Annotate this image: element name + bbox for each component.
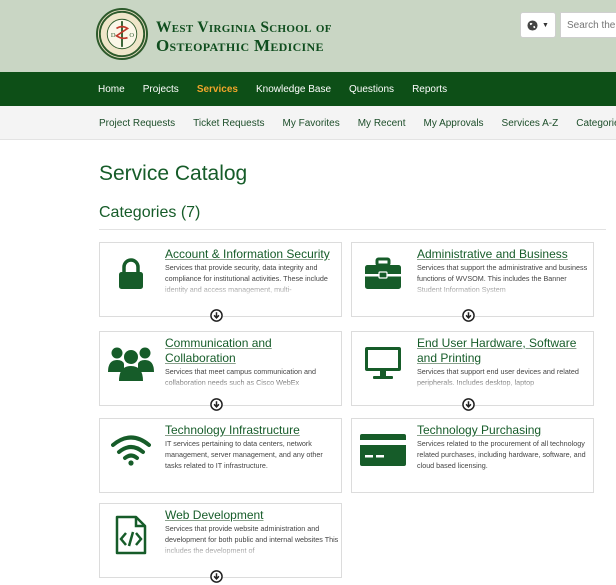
school-seal-logo[interactable]: D O [96, 8, 148, 60]
subnav-project-requests[interactable]: Project Requests [99, 118, 175, 129]
category-card-account-information-security[interactable]: Account & Information Security Services t… [99, 242, 342, 322]
globe-icon [527, 19, 538, 31]
svg-text:O: O [129, 32, 134, 39]
desktop-icon [358, 340, 408, 386]
services-subnavigation: Project Requests Ticket Requests My Favori… [0, 106, 616, 140]
category-title-link[interactable]: Administrative and Business [417, 247, 589, 262]
subnav-services-a-z[interactable]: Services A-Z [502, 118, 559, 129]
category-card-web-development[interactable]: Web Development Services that provide web… [99, 503, 342, 583]
main-nav-services[interactable]: Services [197, 84, 238, 95]
category-card-communication-and-collaboration[interactable]: Communication and Collaboration Services … [99, 331, 342, 411]
wordmark-line-1: West Virginia School of [156, 19, 332, 36]
category-title-link[interactable]: End User Hardware, Software and Printing [417, 336, 589, 366]
category-card-end-user-hardware-software-and-printing[interactable]: End User Hardware, Software and Printing… [351, 331, 594, 411]
subnav-my-recent[interactable]: My Recent [358, 118, 406, 129]
category-description: IT services pertaining to data centers, … [165, 439, 323, 470]
categories-heading: Categories (7) [99, 204, 201, 221]
expand-down-icon[interactable] [462, 398, 475, 411]
category-card-technology-purchasing[interactable]: Technology Purchasing Services related to… [351, 418, 594, 493]
code-file-icon [106, 512, 156, 558]
expand-down-icon[interactable] [462, 309, 475, 322]
page-title: Service Catalog [99, 162, 248, 185]
lock-icon [106, 251, 156, 297]
category-description: Services that support the administrative… [417, 263, 588, 294]
category-title-link[interactable]: Technology Purchasing [417, 423, 589, 438]
language-dropdown-button[interactable]: ▼ [520, 12, 556, 38]
subnav-my-favorites[interactable]: My Favorites [282, 118, 339, 129]
users-icon [106, 340, 156, 386]
category-description: Services that provide security, data int… [165, 263, 328, 294]
main-nav-reports[interactable]: Reports [412, 84, 447, 95]
main-nav-home[interactable]: Home [98, 84, 125, 95]
expand-down-icon[interactable] [210, 309, 223, 322]
category-title-link[interactable]: Account & Information Security [165, 247, 337, 262]
category-title-link[interactable]: Web Development [165, 508, 337, 523]
wordmark-line-2: Osteopathic Medicine [156, 36, 324, 55]
category-description: Services related to the procurement of a… [417, 439, 586, 470]
category-title-link[interactable]: Communication and Collaboration [165, 336, 337, 366]
school-wordmark[interactable]: West Virginia School of Osteopathic Medi… [156, 19, 332, 55]
category-description: Services that meet campus communication … [165, 367, 317, 387]
category-description: Services that provide website administra… [165, 524, 339, 555]
category-title-link[interactable]: Technology Infrastructure [165, 423, 337, 438]
subnav-ticket-requests[interactable]: Ticket Requests [193, 118, 264, 129]
category-card-administrative-and-business[interactable]: Administrative and Business Services that… [351, 242, 594, 322]
main-nav-questions[interactable]: Questions [349, 84, 394, 95]
expand-down-icon[interactable] [210, 570, 223, 583]
subnav-my-approvals[interactable]: My Approvals [424, 118, 484, 129]
site-header: D O West Virginia School of Osteopathic … [0, 0, 616, 72]
credit-card-icon [358, 427, 408, 473]
svg-text:D: D [111, 32, 116, 39]
category-description: Services that support end user devices a… [417, 367, 579, 387]
main-nav-knowledge-base[interactable]: Knowledge Base [256, 84, 331, 95]
search-input[interactable] [560, 12, 616, 38]
main-nav-projects[interactable]: Projects [143, 84, 179, 95]
wifi-icon [106, 427, 156, 473]
heading-divider [99, 229, 606, 230]
subnav-categories[interactable]: Categories [576, 118, 616, 129]
expand-down-icon[interactable] [210, 398, 223, 411]
chevron-down-icon: ▼ [542, 21, 549, 29]
main-navigation: Home Projects Services Knowledge Base Questi… [0, 72, 616, 106]
briefcase-icon [358, 251, 408, 297]
category-card-technology-infrastructure[interactable]: Technology Infrastructure IT services per… [99, 418, 342, 493]
